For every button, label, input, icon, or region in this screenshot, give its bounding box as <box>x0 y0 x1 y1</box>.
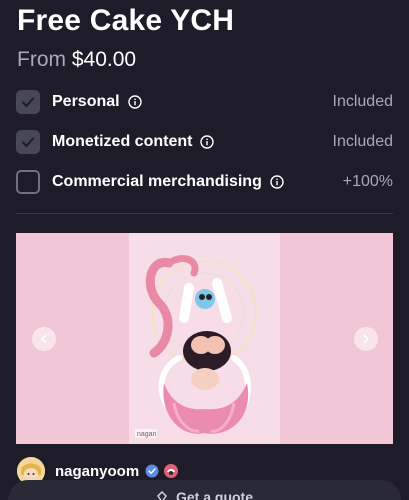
check-icon <box>22 97 34 107</box>
quote-icon <box>157 491 167 500</box>
checkbox-monetized-content[interactable] <box>16 130 40 154</box>
divider <box>16 213 393 214</box>
artist-badge-icon <box>164 464 179 478</box>
listing-page: Free Cake YCH From $40.00 Personal Inclu… <box>0 0 409 500</box>
price-value: $40.00 <box>71 48 137 71</box>
carousel-next-button[interactable] <box>354 327 378 351</box>
chevron-right-icon <box>363 334 369 344</box>
option-value: Included <box>332 133 394 150</box>
option-value: Included <box>332 93 394 110</box>
checkbox-personal[interactable] <box>16 90 40 114</box>
option-monetized-content[interactable]: Monetized content Included <box>16 129 393 155</box>
price-row: From $40.00 <box>17 48 136 72</box>
price-prefix: From <box>17 48 66 71</box>
option-commercial-merchandising[interactable]: Commercial merchandising +100% <box>16 169 393 195</box>
option-label: Commercial merchandising <box>52 173 262 190</box>
artwork-illustration: nagan <box>135 255 257 438</box>
checkbox-commercial-merchandising[interactable] <box>16 170 40 194</box>
option-value: +100% <box>342 173 393 190</box>
option-personal[interactable]: Personal Included <box>16 89 393 115</box>
get-quote-label: Get a quote <box>175 489 253 500</box>
option-label: Monetized content <box>52 133 193 150</box>
listing-title: Free Cake YCH <box>17 4 235 37</box>
option-label: Personal <box>52 93 120 110</box>
artwork-image[interactable]: nagan <box>129 233 280 444</box>
info-icon[interactable] <box>200 135 215 149</box>
check-icon <box>22 137 34 147</box>
artwork-watermark: nagan <box>137 431 157 438</box>
image-carousel[interactable]: nagan <box>16 233 393 444</box>
chevron-left-icon <box>41 334 47 344</box>
get-quote-button[interactable]: Get a quote <box>8 480 401 500</box>
artist-name[interactable]: naganyoom <box>55 463 139 480</box>
info-icon[interactable] <box>270 175 284 189</box>
carousel-prev-button[interactable] <box>32 327 56 351</box>
verified-icon <box>145 464 159 478</box>
info-icon[interactable] <box>127 95 142 109</box>
